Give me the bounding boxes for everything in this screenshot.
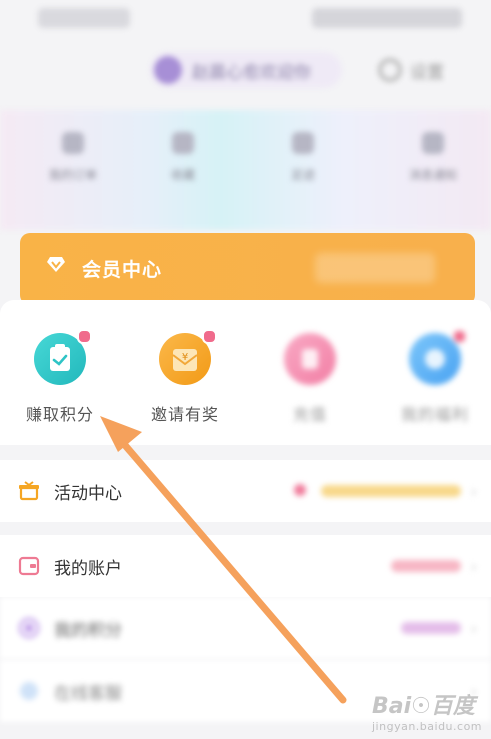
baidu-watermark: Bai☉百度 jingyan.baidu.com (372, 688, 482, 733)
watermark-brand: Bai☉百度 (372, 694, 475, 719)
watermark-url: jingyan.baidu.com (372, 720, 483, 733)
annotation-arrow (100, 416, 347, 704)
